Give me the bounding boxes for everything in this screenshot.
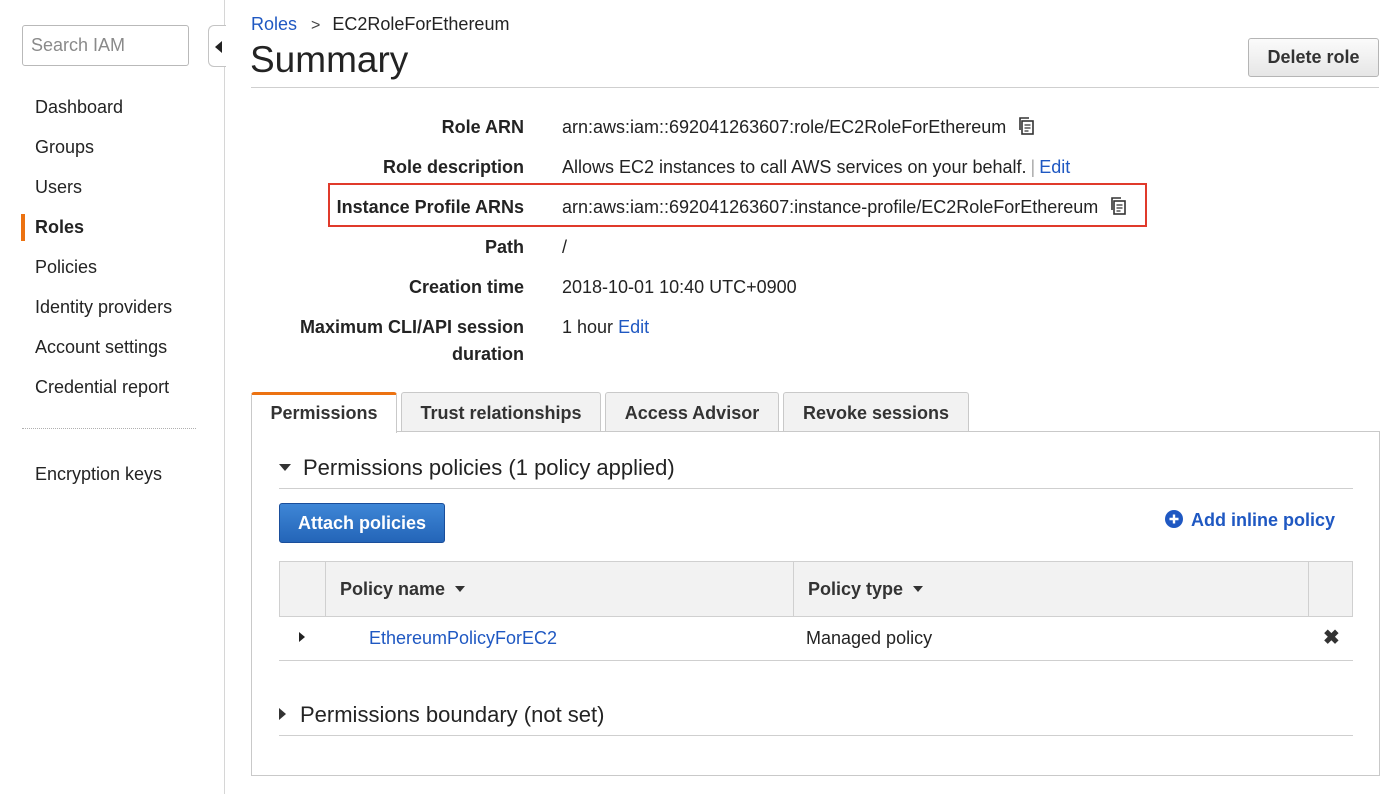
- policies-table: Policy name Policy type EthereumPolicyFo…: [279, 561, 1353, 661]
- table-header: Policy name Policy type: [279, 561, 1353, 617]
- max-session-value: 1 hour Edit: [562, 314, 649, 341]
- breadcrumb-current: EC2RoleForEthereum: [332, 14, 510, 34]
- page-title: Summary: [250, 39, 409, 80]
- edit-description-link[interactable]: Edit: [1039, 157, 1070, 177]
- add-inline-policy-link[interactable]: Add inline policy: [1165, 510, 1335, 531]
- role-arn-text: arn:aws:iam::692041263607:role/EC2RoleFo…: [562, 117, 1007, 137]
- breadcrumb-roles-link[interactable]: Roles: [251, 14, 297, 34]
- section-divider: [279, 735, 1353, 736]
- permissions-policies-header[interactable]: Permissions policies (1 policy applied): [279, 453, 675, 483]
- path-value: /: [562, 237, 568, 257]
- expand-column-header: [280, 562, 325, 616]
- header-divider: [251, 87, 1379, 88]
- path-label: Path: [484, 237, 524, 257]
- role-arn-value: arn:aws:iam::692041263607:role/EC2RoleFo…: [562, 114, 1038, 141]
- tab-revoke-sessions[interactable]: Revoke sessions: [783, 392, 969, 432]
- permissions-boundary-header[interactable]: Permissions boundary (not set): [279, 700, 604, 730]
- caret-down-icon: [279, 464, 291, 471]
- breadcrumb: Roles > EC2RoleForEthereum: [251, 12, 509, 38]
- sidebar-item-account-settings[interactable]: Account settings: [0, 327, 225, 367]
- role-description-separator: |: [1030, 157, 1036, 177]
- tab-trust-relationships[interactable]: Trust relationships: [401, 392, 601, 432]
- edit-session-link[interactable]: Edit: [618, 317, 649, 337]
- creation-time-value: 2018-10-01 10:40 UTC+0900: [562, 277, 797, 297]
- permissions-boundary-title: Permissions boundary (not set): [300, 702, 605, 727]
- sidebar-extra-nav: Encryption keys: [0, 454, 225, 494]
- creation-time-label: Creation time: [408, 277, 524, 297]
- permissions-policies-title: Permissions policies (1 policy applied): [303, 455, 675, 480]
- copy-icon[interactable]: [1016, 116, 1038, 136]
- max-session-text: 1 hour: [562, 317, 614, 337]
- sort-caret-icon: [455, 586, 466, 592]
- sidebar-divider: [22, 428, 196, 429]
- sidebar-collapse-button[interactable]: [208, 25, 226, 67]
- attach-policies-button[interactable]: Attach policies: [279, 503, 445, 543]
- sidebar-item-policies[interactable]: Policies: [0, 247, 225, 287]
- sidebar-item-users[interactable]: Users: [0, 167, 225, 207]
- sidebar-item-dashboard[interactable]: Dashboard: [0, 87, 225, 127]
- sidebar-item-identity-providers[interactable]: Identity providers: [0, 287, 225, 327]
- sidebar-item-roles[interactable]: Roles: [0, 207, 225, 247]
- table-row: EthereumPolicyForEC2 Managed policy ✖: [279, 617, 1353, 661]
- add-inline-policy-label: Add inline policy: [1191, 510, 1336, 530]
- section-divider: [279, 488, 1353, 489]
- caret-right-icon: [299, 632, 305, 642]
- remove-policy-icon[interactable]: ✖: [1323, 617, 1340, 661]
- policy-type-cell: Managed policy: [806, 628, 933, 648]
- policy-type-column-header[interactable]: Policy type: [793, 562, 1308, 616]
- max-session-label-line1: Maximum CLI/API session: [299, 317, 524, 337]
- permissions-panel: Permissions policies (1 policy applied) …: [251, 431, 1380, 776]
- policy-name-header-label: Policy name: [340, 579, 446, 599]
- policy-type-header-label: Policy type: [808, 579, 904, 599]
- policy-name-link[interactable]: EthereumPolicyForEC2: [369, 617, 557, 661]
- actions-column-header: [1308, 562, 1353, 616]
- sidebar-item-groups[interactable]: Groups: [0, 127, 225, 167]
- breadcrumb-separator: >: [311, 17, 321, 34]
- role-description-text: Allows EC2 instances to call AWS service…: [562, 157, 1027, 177]
- role-description-value: Allows EC2 instances to call AWS service…: [562, 154, 1070, 181]
- caret-right-icon: [279, 708, 286, 720]
- sidebar: Dashboard Groups Users Roles Policies Id…: [0, 0, 225, 794]
- max-session-label-line2: duration: [452, 344, 524, 364]
- sidebar-nav: Dashboard Groups Users Roles Policies Id…: [0, 87, 225, 407]
- delete-role-button[interactable]: Delete role: [1248, 38, 1379, 77]
- sidebar-item-encryption-keys[interactable]: Encryption keys: [0, 454, 225, 494]
- max-session-label: Maximum CLI/API session duration: [274, 314, 524, 368]
- sort-caret-icon: [913, 586, 924, 592]
- role-arn-label: Role ARN: [441, 117, 524, 137]
- search-input[interactable]: [22, 25, 189, 66]
- tab-permissions[interactable]: Permissions: [251, 392, 397, 433]
- highlight-annotation-box: [328, 183, 1147, 227]
- expand-row-button[interactable]: [299, 617, 319, 661]
- tab-access-advisor[interactable]: Access Advisor: [605, 392, 779, 432]
- plus-circle-icon: [1165, 510, 1183, 528]
- sidebar-item-credential-report[interactable]: Credential report: [0, 367, 225, 407]
- role-description-label: Role description: [382, 157, 524, 177]
- policy-name-column-header[interactable]: Policy name: [325, 562, 793, 616]
